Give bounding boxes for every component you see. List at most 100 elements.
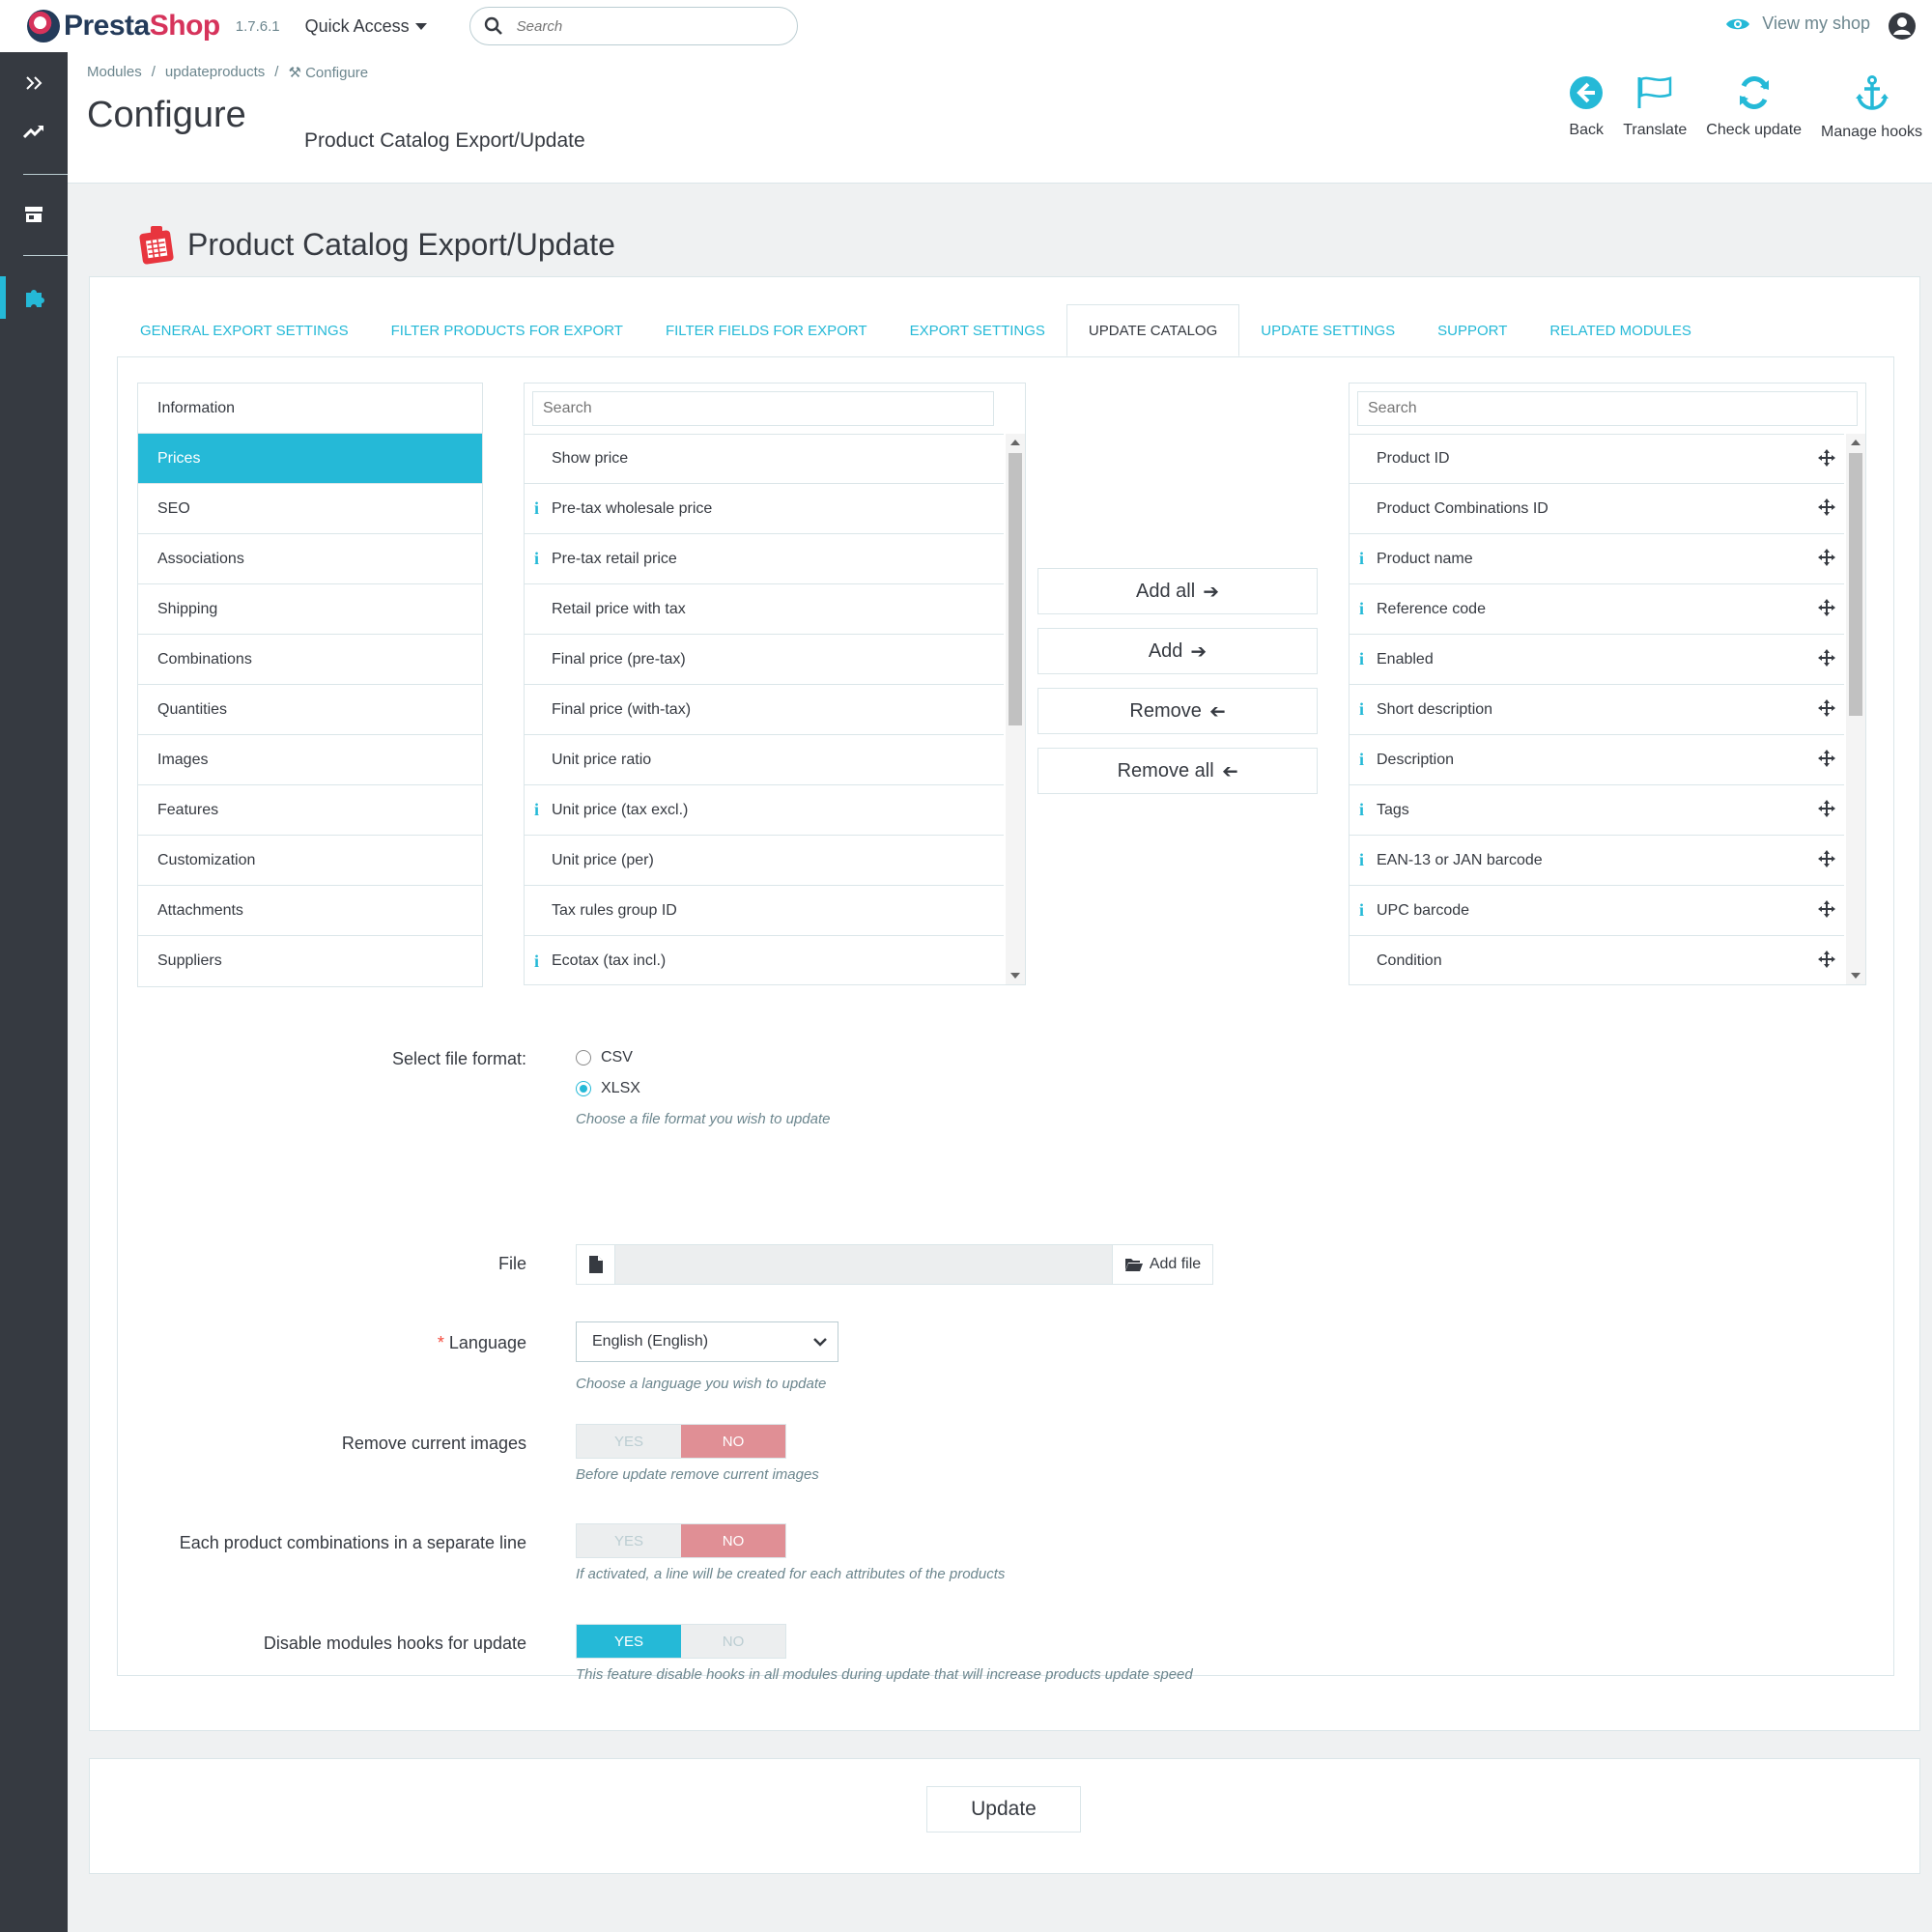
switch-yes[interactable]: YES — [577, 1425, 681, 1458]
category-suppliers[interactable]: Suppliers — [138, 936, 482, 986]
list-item[interactable]: i Tags — [1350, 785, 1844, 836]
user-account-icon[interactable] — [1888, 12, 1917, 41]
list-item[interactable]: i Description — [1350, 735, 1844, 785]
list-item[interactable]: Unit price (per) — [525, 836, 1004, 886]
list-item[interactable]: i Pre-tax retail price — [525, 534, 1004, 584]
category-combinations[interactable]: Combinations — [138, 635, 482, 685]
view-my-shop-link[interactable]: View my shop — [1725, 14, 1870, 34]
remove-all-button[interactable]: Remove all ➔ — [1037, 748, 1318, 794]
list-item[interactable]: Final price (pre-tax) — [525, 635, 1004, 685]
search-icon[interactable] — [484, 16, 503, 36]
tab-update-catalog[interactable]: Update catalog — [1065, 304, 1240, 356]
list-item[interactable]: Product Combinations ID — [1350, 484, 1844, 534]
modules-puzzle-icon[interactable] — [0, 276, 68, 319]
remove-images-switch[interactable]: YES NO — [576, 1424, 786, 1459]
list-item[interactable]: Show price — [525, 434, 1004, 484]
list-item[interactable]: Unit price ratio — [525, 735, 1004, 785]
update-button[interactable]: Update — [926, 1786, 1081, 1833]
list-item[interactable]: Tax rules group ID — [525, 886, 1004, 936]
switch-yes[interactable]: YES — [577, 1524, 681, 1557]
back-button[interactable]: Back — [1569, 75, 1604, 141]
list-item[interactable]: i Product name — [1350, 534, 1844, 584]
category-customization[interactable]: Customization — [138, 836, 482, 886]
top-search-box[interactable] — [469, 7, 798, 45]
list-item[interactable]: i UPC barcode — [1350, 886, 1844, 936]
available-fields-search[interactable] — [532, 391, 994, 426]
category-associations[interactable]: Associations — [138, 534, 482, 584]
language-select[interactable]: English (English) — [576, 1321, 838, 1362]
drag-move-icon[interactable] — [1817, 648, 1836, 668]
tab-export-settings[interactable]: Export settings — [889, 304, 1066, 356]
drag-move-icon[interactable] — [1817, 698, 1836, 718]
list-item[interactable]: Product ID — [1350, 434, 1844, 484]
selected-fields-scrollbar[interactable] — [1846, 434, 1865, 984]
category-information[interactable]: Information — [138, 384, 482, 434]
disable-hooks-switch[interactable]: YES NO — [576, 1624, 786, 1659]
format-xlsx-option[interactable]: XLSX — [576, 1080, 640, 1097]
selected-fields-search[interactable] — [1357, 391, 1858, 426]
stats-trend-icon[interactable] — [0, 110, 68, 153]
list-item[interactable]: i Pre-tax wholesale price — [525, 484, 1004, 534]
switch-no[interactable]: NO — [681, 1524, 785, 1557]
store-icon[interactable] — [0, 193, 68, 236]
drag-move-icon[interactable] — [1817, 749, 1836, 768]
drag-move-icon[interactable] — [1817, 849, 1836, 868]
tab-support[interactable]: Support — [1416, 304, 1528, 356]
tab-filter-fields-for-export[interactable]: Filter fields for export — [644, 304, 889, 356]
csv-radio[interactable] — [576, 1050, 591, 1065]
list-item[interactable]: Condition — [1350, 936, 1844, 986]
tab-related-modules[interactable]: Related modules — [1528, 304, 1712, 356]
scroll-down-icon[interactable] — [1851, 973, 1861, 979]
remove-button[interactable]: Remove ➔ — [1037, 688, 1318, 734]
top-search-input[interactable] — [516, 17, 768, 35]
file-path-field[interactable] — [615, 1245, 1112, 1284]
translate-button[interactable]: Translate — [1623, 75, 1687, 141]
tab-update-settings[interactable]: Update settings — [1239, 304, 1416, 356]
xlsx-radio[interactable] — [576, 1081, 591, 1096]
drag-move-icon[interactable] — [1817, 448, 1836, 468]
scroll-up-icon[interactable] — [1851, 440, 1861, 445]
scroll-thumb[interactable] — [1009, 453, 1022, 725]
manage-hooks-button[interactable]: Manage hooks — [1821, 75, 1922, 141]
list-item[interactable]: i Short description — [1350, 685, 1844, 735]
category-prices[interactable]: Prices — [138, 434, 482, 484]
switch-no[interactable]: NO — [681, 1625, 785, 1658]
combinations-switch[interactable]: YES NO — [576, 1523, 786, 1558]
list-item[interactable]: i EAN-13 or JAN barcode — [1350, 836, 1844, 886]
switch-yes[interactable]: YES — [577, 1625, 681, 1658]
drag-move-icon[interactable] — [1817, 950, 1836, 969]
switch-no[interactable]: NO — [681, 1425, 785, 1458]
tab-general-export-settings[interactable]: General export settings — [119, 304, 370, 356]
scroll-down-icon[interactable] — [1010, 973, 1020, 979]
category-seo[interactable]: SEO — [138, 484, 482, 534]
category-features[interactable]: Features — [138, 785, 482, 836]
expand-sidebar-icon[interactable] — [0, 62, 68, 104]
breadcrumb-modules[interactable]: Modules — [87, 64, 142, 81]
category-attachments[interactable]: Attachments — [138, 886, 482, 936]
add-file-button[interactable]: Add file — [1112, 1245, 1212, 1284]
add-button[interactable]: Add ➔ — [1037, 628, 1318, 674]
add-all-button[interactable]: Add all ➔ — [1037, 568, 1318, 614]
drag-move-icon[interactable] — [1817, 899, 1836, 919]
category-shipping[interactable]: Shipping — [138, 584, 482, 635]
drag-move-icon[interactable] — [1817, 548, 1836, 567]
scroll-thumb[interactable] — [1849, 453, 1862, 716]
drag-move-icon[interactable] — [1817, 497, 1836, 517]
category-images[interactable]: Images — [138, 735, 482, 785]
drag-move-icon[interactable] — [1817, 799, 1836, 818]
format-csv-option[interactable]: CSV — [576, 1049, 633, 1066]
tab-filter-products-for-export[interactable]: Filter products for export — [370, 304, 644, 356]
list-item[interactable]: i Ecotax (tax incl.) — [525, 936, 1004, 986]
list-item[interactable]: Final price (with-tax) — [525, 685, 1004, 735]
breadcrumb-updateproducts[interactable]: updateproducts — [165, 64, 265, 81]
list-item[interactable]: i Reference code — [1350, 584, 1844, 635]
prestashop-logo[interactable]: PrestaShop — [27, 10, 220, 43]
check-update-button[interactable]: Check update — [1706, 75, 1802, 141]
list-item[interactable]: Retail price with tax — [525, 584, 1004, 635]
drag-move-icon[interactable] — [1817, 598, 1836, 617]
category-quantities[interactable]: Quantities — [138, 685, 482, 735]
available-fields-scrollbar[interactable] — [1006, 434, 1025, 984]
list-item[interactable]: i Unit price (tax excl.) — [525, 785, 1004, 836]
quick-access-dropdown[interactable]: Quick Access — [305, 16, 427, 37]
scroll-up-icon[interactable] — [1010, 440, 1020, 445]
